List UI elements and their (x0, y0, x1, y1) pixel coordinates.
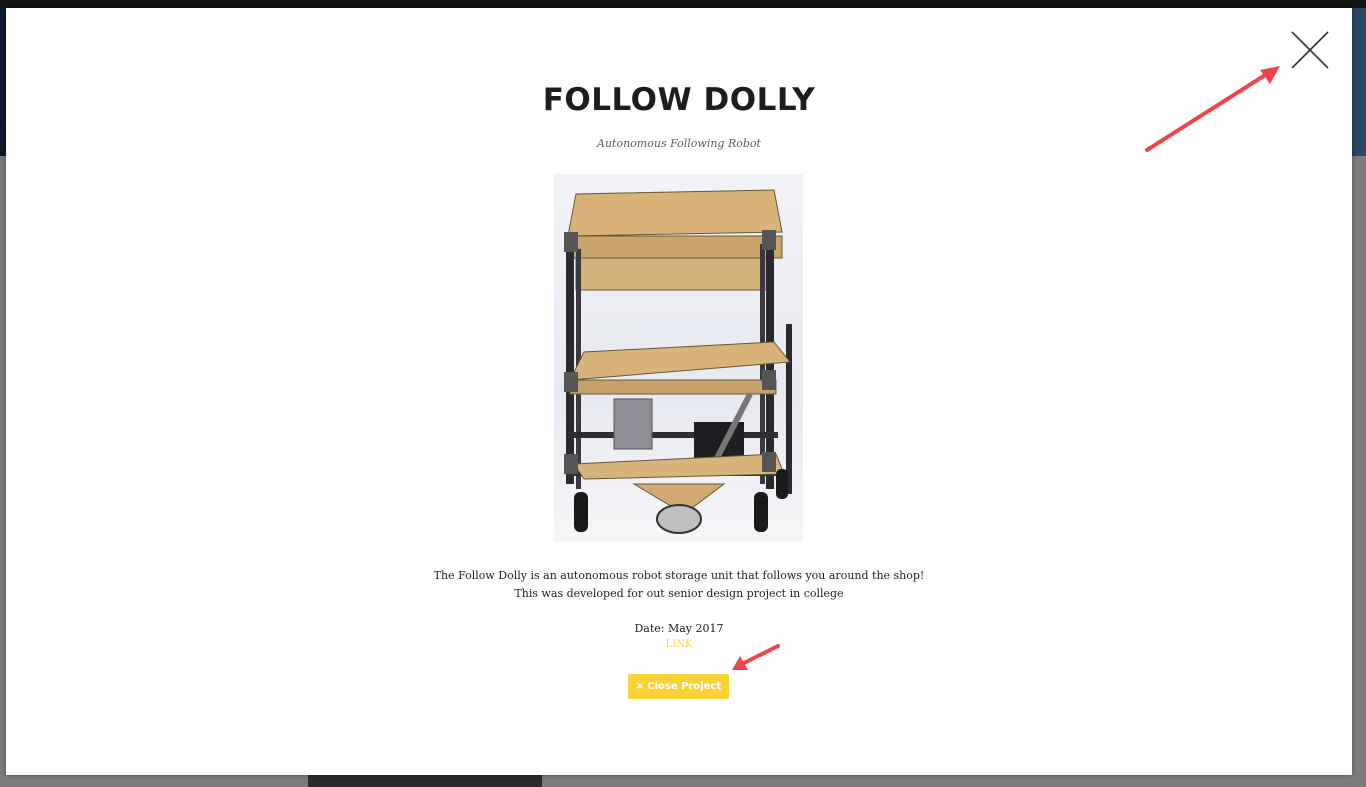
close-project-label: Close Project (647, 681, 722, 692)
project-subtitle: Autonomous Following Robot (597, 137, 761, 150)
robot-cart-render (564, 189, 792, 534)
project-date: Date: May 2017 (634, 622, 724, 635)
project-title: FOLLOW DOLLY (542, 82, 816, 118)
project-link[interactable]: LINK (666, 639, 693, 650)
project-image (554, 174, 803, 542)
page-thumbnail-strip (308, 775, 542, 787)
project-modal: FOLLOW DOLLY Autonomous Following Robot (6, 8, 1352, 775)
close-project-button[interactable]: × Close Project (628, 674, 729, 699)
close-icon (1291, 31, 1329, 69)
project-link-row: LINK (6, 639, 1352, 650)
project-description: The Follow Dolly is an autonomous robot … (433, 569, 925, 600)
times-icon: × (635, 681, 645, 692)
modal-close-x-button[interactable] (1290, 30, 1330, 70)
